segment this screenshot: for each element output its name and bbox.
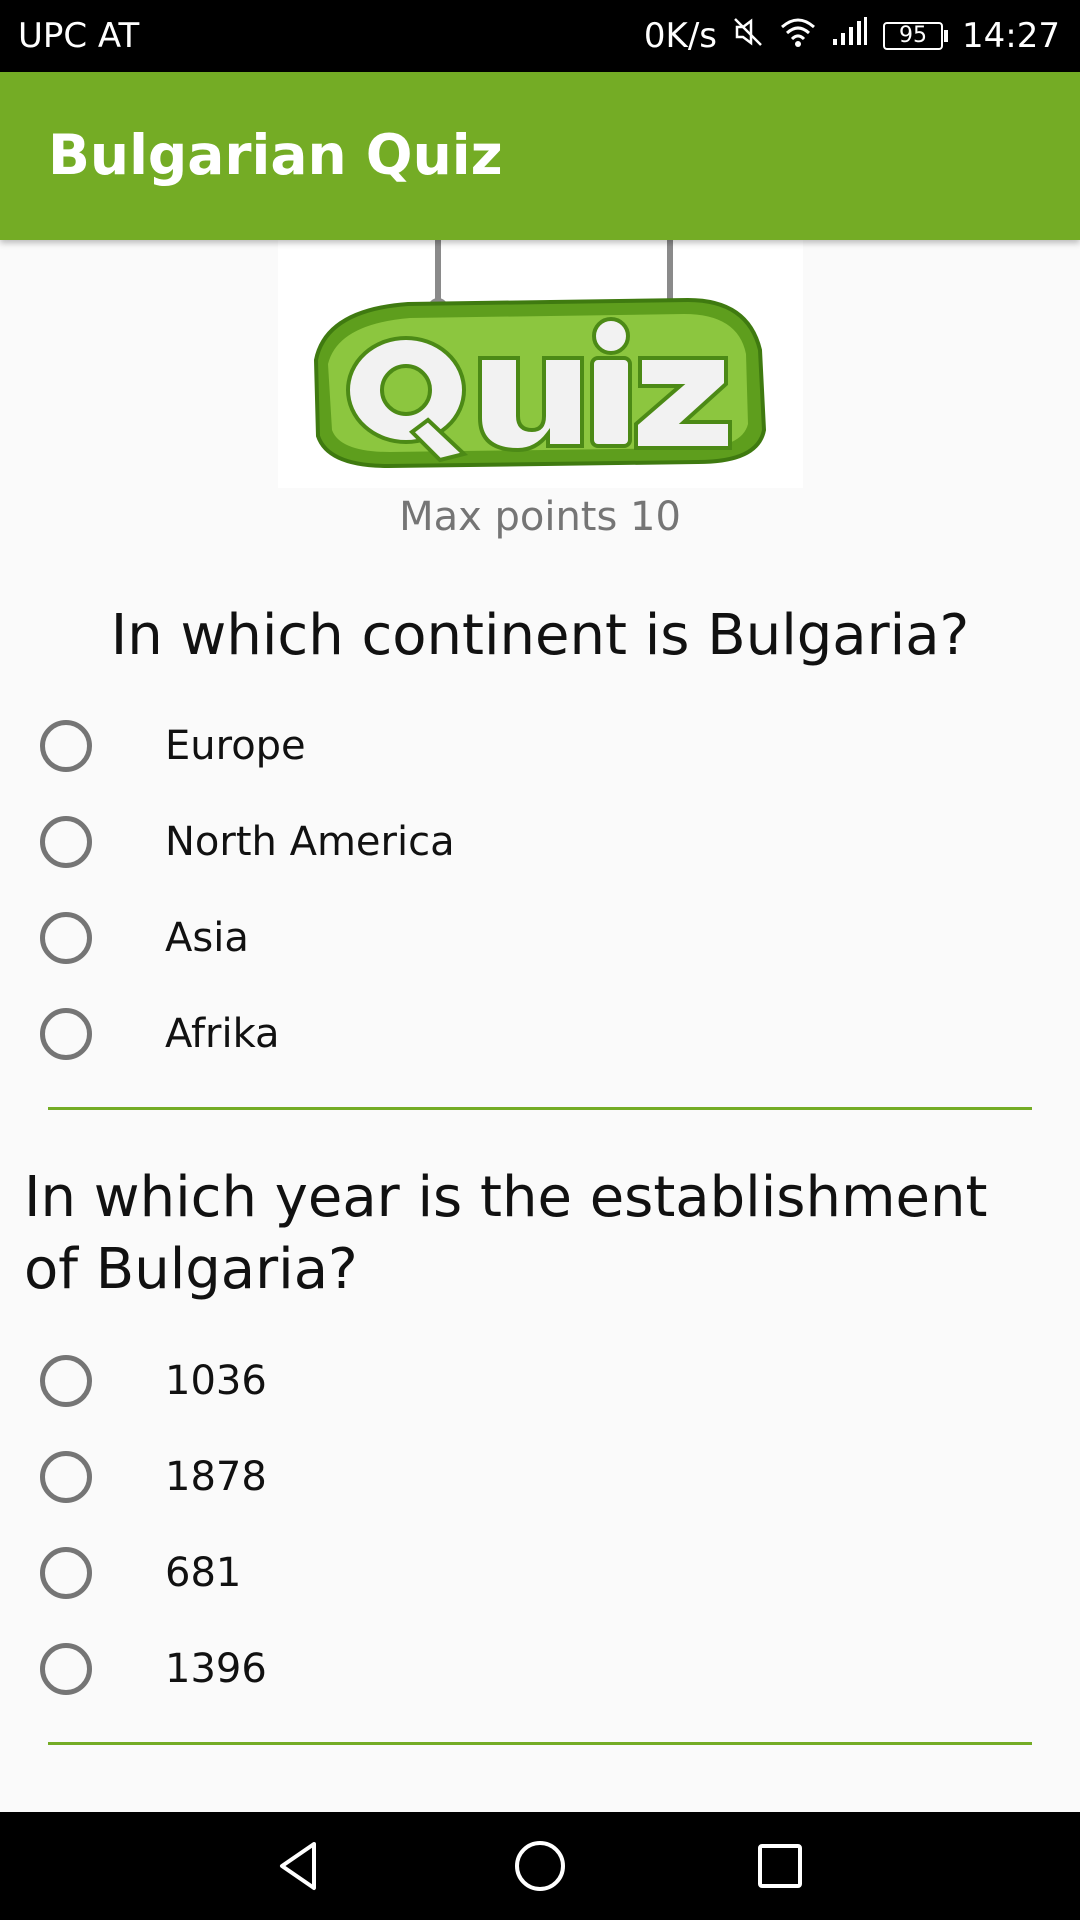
radio-button[interactable] [40,1355,92,1407]
option-label[interactable]: 1036 [165,1358,267,1404]
question-2-option-2[interactable]: 1878 [40,1437,1040,1517]
back-icon[interactable] [270,1836,330,1896]
screen: UPC AT 0K/s 95 14:27 Bulgarian Quiz Max … [0,0,1080,1920]
radio-button[interactable] [40,1643,92,1695]
question-1-option-2[interactable]: North America [40,802,1040,882]
option-label[interactable]: Europe [165,723,306,769]
option-label[interactable]: Asia [165,915,249,961]
question-divider [48,1107,1032,1110]
status-indicators: 0K/s 95 14:27 [644,15,1060,58]
network-speed: 0K/s [643,16,718,56]
question-1-option-3[interactable]: Asia [40,898,1040,978]
radio-button[interactable] [40,1008,92,1060]
question-1-option-1[interactable]: Europe [40,706,1040,786]
quiz-logo [278,240,803,488]
question-1-option-4[interactable]: Afrika [40,994,1040,1074]
radio-button[interactable] [40,720,92,772]
question-2-option-1[interactable]: 1036 [40,1341,1040,1421]
home-icon[interactable] [510,1836,570,1896]
mute-icon [731,15,765,58]
radio-button[interactable] [40,1451,92,1503]
signal-icon [831,15,869,58]
radio-button[interactable] [40,1547,92,1599]
status-bar: UPC AT 0K/s 95 14:27 [0,0,1080,72]
question-2-text: In which year is the establishment of Bu… [24,1165,988,1302]
max-points-label: Max points 10 [399,494,681,540]
clock: 14:27 [962,16,1060,56]
option-label[interactable]: Afrika [165,1011,280,1057]
recents-icon[interactable] [750,1836,810,1896]
radio-button[interactable] [40,816,92,868]
app-bar: Bulgarian Quiz [0,72,1080,240]
question-divider [48,1742,1032,1745]
navigation-bar [0,1812,1080,1920]
option-label[interactable]: 681 [165,1550,241,1596]
battery-level: 95 [883,22,944,50]
carrier-label: UPC AT [18,16,140,56]
option-label[interactable]: North America [165,819,455,865]
question-2-option-3[interactable]: 681 [40,1533,1040,1613]
quiz-content[interactable]: Max points 10 In which continent is Bulg… [0,240,1080,1812]
wifi-icon [779,15,817,58]
radio-button[interactable] [40,912,92,964]
option-label[interactable]: 1396 [165,1646,267,1692]
battery-icon: 95 [883,22,949,50]
question-2-option-4[interactable]: 1396 [40,1629,1040,1709]
option-label[interactable]: 1878 [165,1454,267,1500]
question-1-text: In which continent is Bulgaria? [110,603,970,668]
app-title: Bulgarian Quiz [48,123,503,187]
